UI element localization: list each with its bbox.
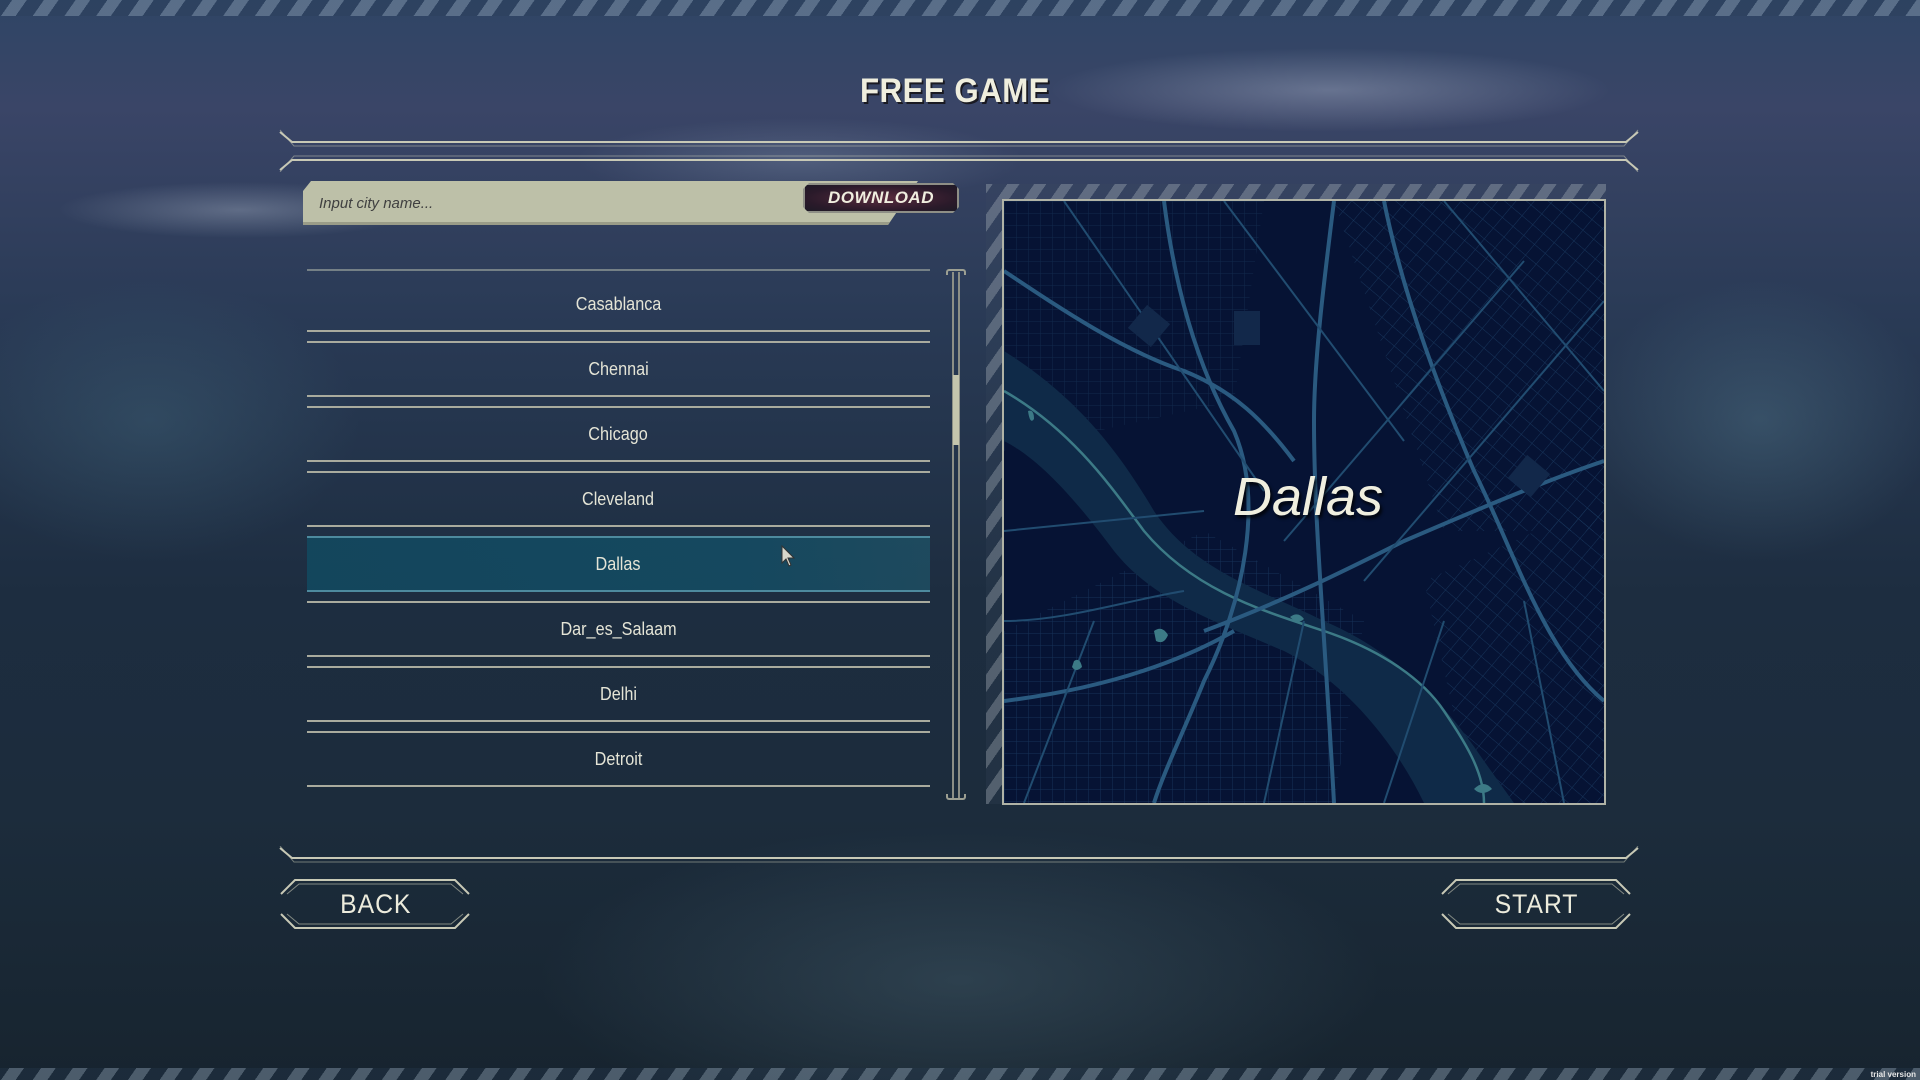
city-name-label: Chicago — [588, 423, 649, 444]
bottom-frame-rails — [279, 846, 1639, 863]
city-name-label: Detroit — [594, 748, 643, 769]
row-top-divider — [307, 471, 930, 473]
city-list-item[interactable]: Casablanca — [307, 276, 930, 332]
row-bottom-divider — [307, 395, 930, 397]
bottom-hazard-stripe — [0, 1068, 1920, 1080]
city-name-label: Dallas — [595, 553, 642, 574]
row-top-divider — [307, 731, 930, 733]
row-bottom-divider — [307, 720, 930, 722]
page-title: FREE GAME — [859, 72, 1051, 110]
trial-watermark: trial version — [1870, 1070, 1916, 1079]
mouse-pointer-icon — [781, 545, 795, 567]
row-top-divider — [307, 536, 930, 538]
city-list-item[interactable]: Dar_es_Salaam — [307, 601, 930, 657]
back-button-label: BACK — [340, 888, 412, 919]
city-name-input[interactable] — [303, 181, 823, 225]
top-frame-rails — [279, 129, 1639, 172]
city-list-item[interactable]: Detroit — [307, 731, 930, 787]
scrollbar-bottom-cap — [946, 794, 966, 800]
top-hazard-stripe — [0, 0, 1920, 16]
start-button-label: START — [1495, 888, 1579, 919]
back-button[interactable]: BACK — [277, 876, 475, 932]
city-name-label: Cleveland — [582, 488, 655, 509]
city-name-label: Delhi — [600, 683, 637, 704]
row-bottom-divider — [307, 330, 930, 332]
city-list-item[interactable]: Cleveland — [307, 471, 930, 527]
download-button[interactable]: DOWNLOAD — [803, 183, 959, 213]
download-button-label: DOWNLOAD — [828, 188, 934, 207]
row-bottom-divider — [307, 655, 930, 657]
city-name-label: Chennai — [588, 358, 649, 379]
city-list-item-selected[interactable]: Dallas — [307, 536, 930, 592]
city-search-bar: DOWNLOAD — [303, 181, 958, 225]
city-map-preview: Dallas — [1002, 199, 1606, 805]
row-bottom-divider — [307, 785, 930, 787]
scrollbar-thumb[interactable] — [953, 374, 959, 445]
city-list: Casablanca Chennai Chicago Cleveland Dallas D… — [307, 268, 930, 794]
row-bottom-divider — [307, 460, 930, 462]
row-top-divider — [307, 601, 930, 603]
city-list-scrollbar[interactable] — [952, 272, 960, 798]
city-list-item[interactable]: Delhi — [307, 666, 930, 722]
city-name-label: Dar_es_Salaam — [560, 618, 677, 639]
city-list-item[interactable]: Chicago — [307, 406, 930, 462]
row-top-divider — [307, 666, 930, 668]
city-list-item[interactable]: Chennai — [307, 341, 930, 397]
city-name-label: Casablanca — [575, 293, 662, 314]
map-city-label: Dallas — [1232, 467, 1384, 527]
row-bottom-divider — [307, 525, 930, 527]
row-top-divider — [307, 341, 930, 343]
start-button[interactable]: START — [1438, 876, 1636, 932]
row-top-divider — [307, 406, 930, 408]
row-bottom-divider — [307, 590, 930, 592]
